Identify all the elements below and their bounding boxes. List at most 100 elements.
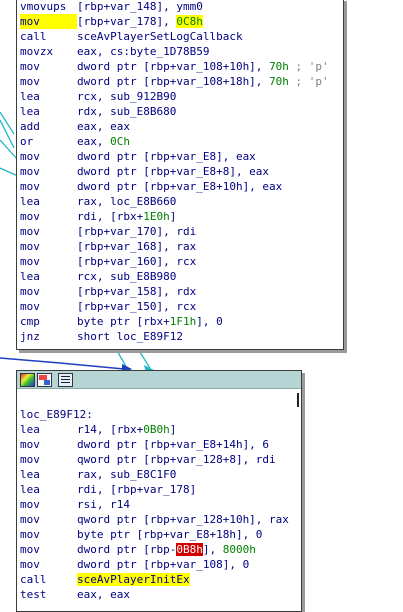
code-line[interactable]: mov rdi, [rbx+1E0h] — [20, 209, 343, 224]
operand: qword ptr [rbp+var_128+8], rdi — [77, 453, 276, 466]
operand: byte ptr [rbp+var_E8+18h], 0 — [77, 528, 263, 541]
code-line[interactable]: lea rdx, sub_E8B680 — [20, 104, 343, 119]
operand: rcx, sub_912B90 — [77, 90, 177, 103]
code-line[interactable]: add eax, eax — [20, 119, 343, 134]
code-line[interactable]: vmovups [rbp+var_148], ymm0 — [20, 0, 343, 14]
code-line[interactable]: cmp byte ptr [rbx+1F1h], 0 — [20, 314, 343, 329]
mnemonic: add — [20, 120, 40, 133]
code-line[interactable]: mov dword ptr [rbp+var_108+18h], 70h ; 'p… — [20, 74, 343, 89]
code-line[interactable]: mov dword ptr [rbp+var_E8], eax — [20, 149, 343, 164]
immediate-value: 8000h — [222, 543, 256, 556]
code-block-2[interactable]: loc_E89F12: lea r14, [rbx+0B0h] mov dword p… — [16, 370, 302, 612]
edge-jump-arrow — [0, 357, 125, 370]
code-line[interactable]: mov dword ptr [rbp+var_E8+10h], eax — [20, 179, 343, 194]
code-line[interactable]: call sceAvPlayerInitEx — [20, 572, 301, 587]
code-line[interactable]: lea rcx, sub_E8B980 — [20, 269, 343, 284]
immediate-value: 1E0h — [143, 210, 170, 223]
mnemonic: movzx — [20, 45, 54, 58]
text-view-icon[interactable] — [58, 373, 73, 387]
code-line[interactable]: mov [rbp+var_170], rdi — [20, 224, 343, 239]
code-line[interactable]: lea rcx, sub_912B90 — [20, 89, 343, 104]
color-palette-icon[interactable] — [20, 373, 35, 387]
operand: [rbp+var_178], — [77, 15, 177, 28]
code-line[interactable]: mov dword ptr [rbp-0B8h], 8000h — [20, 542, 301, 557]
scrollbar[interactable] — [297, 393, 299, 407]
operand: rsi, r14 — [77, 498, 130, 511]
operand: sceAvPlayerInitEx — [77, 573, 190, 586]
mnemonic: lea — [20, 105, 40, 118]
operand-tail: ], — [202, 543, 223, 556]
code-line[interactable]: mov [rbp+var_160], rcx — [20, 254, 343, 269]
mnemonic: test — [20, 588, 47, 601]
code-line[interactable]: call sceAvPlayerSetLogCallback — [20, 29, 343, 44]
immediate-value: 70h — [269, 75, 289, 88]
code-line[interactable]: mov byte ptr [rbp+var_E8+18h], 0 — [20, 527, 301, 542]
code-line[interactable]: mov rsi, r14 — [20, 497, 301, 512]
immediate-value: 70h — [269, 60, 289, 73]
mnemonic: mov — [20, 300, 40, 313]
code-block-1[interactable]: vmovups [rbp+var_148], ymm0 mov [rbp+var_17… — [16, 0, 344, 350]
code-line[interactable]: mov qword ptr [rbp+var_128+10h], rax — [20, 512, 301, 527]
mnemonic: mov — [20, 453, 40, 466]
mnemonic: or — [20, 135, 34, 148]
mnemonic: mov — [20, 165, 40, 178]
code-line[interactable]: lea rax, loc_E8B660 — [20, 194, 343, 209]
operand: dword ptr [rbp+var_E8+10h], eax — [77, 180, 283, 193]
mnemonic: mov — [20, 558, 40, 571]
code-line[interactable]: movzx eax, cs:byte_1D78B59 — [20, 44, 343, 59]
code-line[interactable]: mov dword ptr [rbp+var_108], 0 — [20, 557, 301, 572]
mnemonic: lea — [20, 270, 40, 283]
operand-tail: ] — [169, 423, 177, 436]
mnemonic: mov — [20, 498, 40, 511]
block-titlebar[interactable] — [17, 371, 301, 389]
graph-view-icon[interactable] — [37, 373, 52, 387]
operand: rdx, sub_E8B680 — [77, 105, 177, 118]
code-line[interactable]: lea r14, [rbx+0B0h] — [20, 422, 301, 437]
mnemonic: jnz — [20, 330, 40, 343]
code-line[interactable]: mov dword ptr [rbp+var_108+10h], 70h ; 'p… — [20, 59, 343, 74]
operand: [rbp+var_160], rcx — [77, 255, 197, 268]
mnemonic: mov — [20, 255, 40, 268]
code-line[interactable]: mov [rbp+var_158], rdx — [20, 284, 343, 299]
block-2-code: loc_E89F12: lea r14, [rbx+0B0h] mov dword p… — [20, 407, 301, 602]
operand: dword ptr [rbp+var_108], 0 — [77, 558, 250, 571]
code-line[interactable]: mov [rbp+var_150], rcx — [20, 299, 343, 314]
code-line[interactable]: mov dword ptr [rbp+var_E8+8], eax — [20, 164, 343, 179]
mnemonic: mov — [20, 210, 40, 223]
mnemonic: mov — [20, 225, 40, 238]
code-line[interactable]: mov [rbp+var_168], rax — [20, 239, 343, 254]
code-line[interactable]: mov [rbp+var_178], 0C8h — [20, 14, 343, 29]
operand: short loc_E89F12 — [77, 330, 183, 343]
code-line[interactable]: mov qword ptr [rbp+var_128+8], rdi — [20, 452, 301, 467]
mnemonic: mov — [20, 150, 40, 163]
operand: eax, eax — [77, 588, 130, 601]
operand: dword ptr [rbp+var_E8+14h], 6 — [77, 438, 270, 451]
mnemonic: mov — [20, 60, 40, 73]
operand: r14, [rbx+ — [77, 423, 144, 436]
operand: [rbp+var_158], rdx — [77, 285, 197, 298]
code-line[interactable]: mov dword ptr [rbp+var_E8+14h], 6 — [20, 437, 301, 452]
operand: dword ptr [rbp- — [77, 543, 177, 556]
operand: dword ptr [rbp+var_108+10h], — [77, 60, 270, 73]
operand: sceAvPlayerSetLogCallback — [77, 30, 243, 43]
immediate-value: 1F1h — [169, 315, 197, 328]
mnemonic: vmovups — [20, 0, 67, 13]
operand-tail: ] — [169, 210, 177, 223]
mnemonic: lea — [20, 90, 40, 103]
code-line[interactable]: lea rax, sub_E8C1F0 — [20, 467, 301, 482]
operand: rdi, [rbx+ — [77, 210, 144, 223]
operand: eax, eax — [77, 120, 130, 133]
code-line[interactable]: or eax, 0Ch — [20, 134, 343, 149]
code-line[interactable]: lea rdi, [rbp+var_178] — [20, 482, 301, 497]
operand: rcx, sub_E8B980 — [77, 270, 177, 283]
code-line[interactable]: test eax, eax — [20, 587, 301, 602]
mnemonic: mov — [20, 285, 40, 298]
operand: byte ptr [rbx+ — [77, 315, 170, 328]
mnemonic: call — [20, 30, 47, 43]
comment: ; 'p' — [288, 75, 329, 88]
code-line[interactable]: jnz short loc_E89F12 — [20, 329, 343, 344]
mnemonic: mov — [20, 528, 40, 541]
operand: dword ptr [rbp+var_108+18h], — [77, 75, 270, 88]
comment: ; 'p' — [288, 60, 329, 73]
code-label[interactable]: loc_E89F12: — [20, 407, 301, 422]
